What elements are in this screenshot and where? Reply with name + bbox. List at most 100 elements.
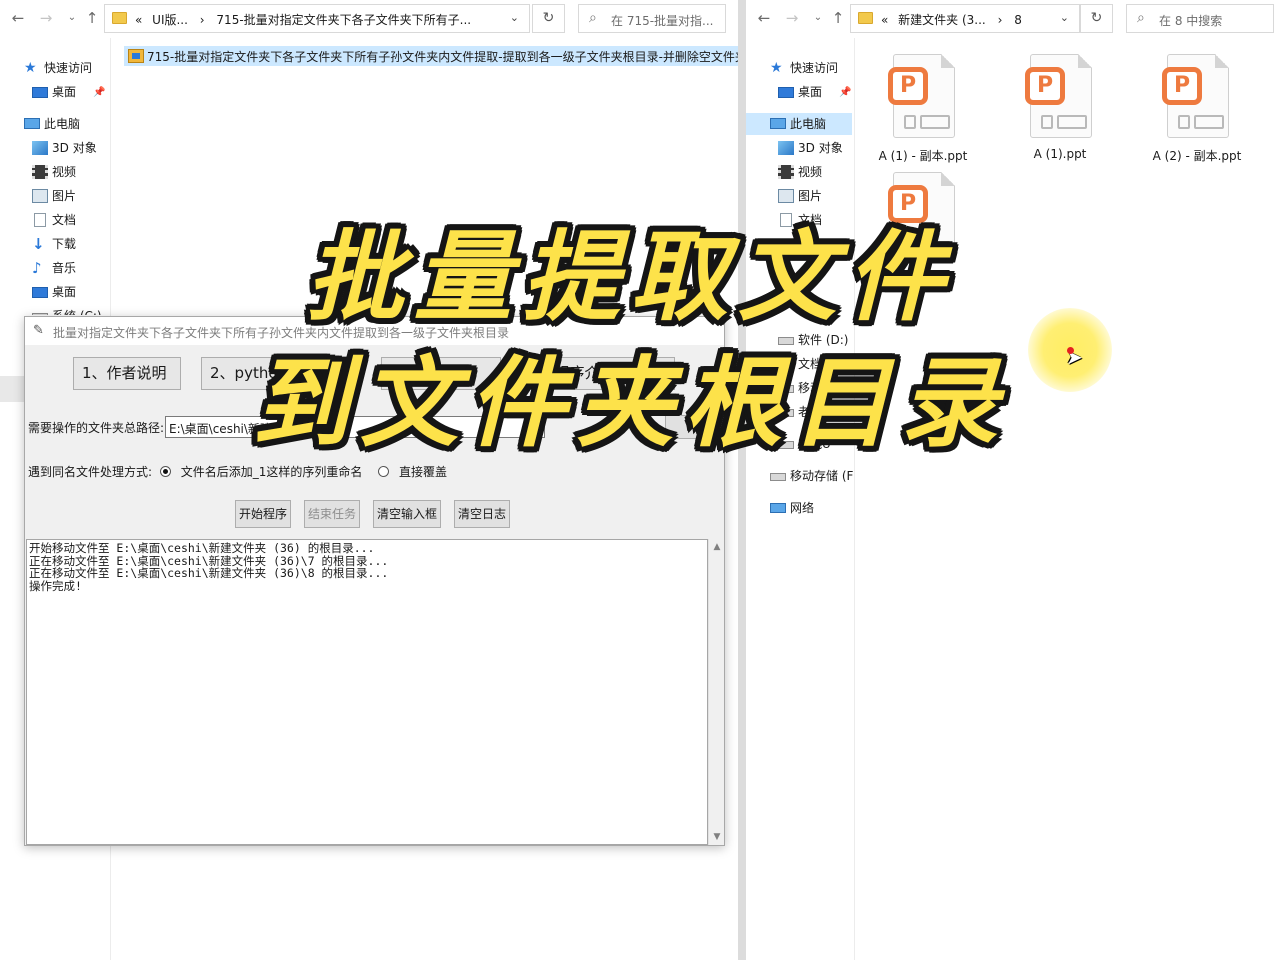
forward-icon[interactable]: → [36,8,56,28]
search-placeholder: 在 8 中搜索 [1159,14,1223,28]
nav-system-drive[interactable]: 系统 (C:) [32,305,110,315]
nav-label: 系统 (C:) [52,305,102,315]
selected-file-row[interactable]: 715-批量对指定文件夹下各子文件夹下所有子孙文件夹内文件提取-提取到各一级子文… [124,46,740,66]
file-name: A (1) - 副本.ppt [878,149,968,163]
forward-icon[interactable]: → [782,8,802,28]
nav-label: 图片 [798,189,823,203]
usb-drive-icon [770,473,786,481]
nav-3d-objects[interactable]: 3D 对象 [32,137,110,159]
nav-downloads[interactable]: ↓ 下载 [32,233,110,255]
computer-icon [24,118,40,129]
nav-label: 音乐 [52,261,77,275]
desktop-icon [32,87,48,98]
right-explorer-window: ← → ⌄ ↑ « 新建文件夹 (3... › 8 ⌄ ↻ ⌕ 在 8 中搜索 … [746,0,1280,960]
nav-removable-storage[interactable]: 移动存储 (F [770,465,854,487]
feather-icon: ✎ [33,323,44,338]
caption-line-1: 批量提取文件 [305,221,954,335]
clear-log-button[interactable]: 清空日志 [454,500,511,528]
scroll-up-icon[interactable]: ▲ [709,539,724,555]
nav-videos[interactable]: 视频 [778,161,854,183]
file-icon [128,49,144,63]
nav-label: 此电脑 [790,117,827,131]
slide-placeholder-icon [920,115,950,129]
breadcrumb-prefix[interactable]: « [135,13,142,27]
nav-label: 下载 [52,237,77,251]
nav-network[interactable]: 网络 [770,497,854,519]
nav-label: 快速访问 [44,61,93,75]
breadcrumb: « UI版... › 715-批量对指定文件夹下各子文件夹下所有子... [135,11,471,28]
slide-placeholder-icon [904,115,916,129]
refresh-icon[interactable]: ↻ [532,4,565,33]
breadcrumb-item[interactable]: 8 [1014,13,1022,27]
right-address-bar[interactable]: « 新建文件夹 (3... › 8 ⌄ [850,4,1080,33]
left-search-box[interactable]: ⌕ 在 715-批量对指... [578,4,726,33]
nav-this-pc[interactable]: 此电脑 [24,113,110,135]
film-icon [778,165,794,179]
nav-this-pc[interactable]: 此电脑 [746,113,852,135]
nav-pictures[interactable]: 图片 [32,185,110,207]
breadcrumb-prefix[interactable]: « [881,13,888,27]
left-address-bar[interactable]: « UI版... › 715-批量对指定文件夹下各子文件夹下所有子... ⌄ [104,4,530,33]
breadcrumb-item[interactable]: UI版... [152,13,188,27]
pane-divider [854,38,855,960]
log-scrollbar[interactable]: ▲ ▼ [708,539,724,845]
drive-icon [32,313,48,315]
path-label: 需要操作的文件夹总路径: [28,421,165,435]
nav-quick-access[interactable]: ★ 快速访问 [770,57,854,79]
nav-music[interactable]: ♪ 音乐 [32,257,110,279]
breadcrumb-item[interactable]: 新建文件夹 (3... [898,13,986,27]
right-search-box[interactable]: ⌕ 在 8 中搜索 [1126,4,1274,33]
folder-icon [112,12,127,24]
nav-quick-access[interactable]: ★ 快速访问 [24,57,110,79]
file-tile[interactable]: P A (1).ppt [1005,54,1115,174]
recent-dropdown-icon[interactable]: ⌄ [808,8,828,28]
up-icon[interactable]: ↑ [82,8,102,28]
computer-icon [770,118,786,129]
ppt-file-icon: P [1162,54,1229,138]
left-address-toolbar: ← → ⌄ ↑ « UI版... › 715-批量对指定文件夹下各子文件夹下所有… [0,0,740,38]
slide-placeholder-icon [1178,115,1190,129]
clear-input-button[interactable]: 清空输入框 [373,500,442,528]
search-icon: ⌕ [589,10,597,26]
nav-label: 移动存储 (F [790,469,854,483]
refresh-icon[interactable]: ↻ [1080,4,1113,33]
nav-label: 网络 [790,501,815,515]
start-button[interactable]: 开始程序 [235,500,292,528]
rename-option-label[interactable]: 文件名后添加_1这样的序列重命名 [181,465,363,479]
nav-pictures[interactable]: 图片 [778,185,854,207]
address-dropdown-icon[interactable]: ⌄ [1060,11,1069,24]
breadcrumb-item[interactable]: 715-批量对指定文件夹下各子文件夹下所有子... [216,13,471,27]
file-tile[interactable]: P A (2) - 副本.ppt [1142,54,1252,174]
file-name: 715-批量对指定文件夹下各子文件夹下所有子孙文件夹内文件提取-提取到各一级子文… [147,50,740,64]
scrollbar-track[interactable] [0,376,24,402]
conflict-row: 遇到同名文件处理方式: 文件名后添加_1这样的序列重命名 直接覆盖 [28,463,447,480]
overwrite-radio[interactable] [378,466,390,477]
scroll-down-icon[interactable]: ▼ [709,829,724,845]
back-icon[interactable]: ← [8,8,28,28]
up-icon[interactable]: ↑ [828,8,848,28]
click-indicator-icon [1067,347,1074,354]
author-info-button[interactable]: 1、作者说明 [73,357,181,390]
nav-label: 视频 [798,165,823,179]
breadcrumb-separator-icon: › [997,13,1003,27]
cube-icon [32,141,48,155]
log-output[interactable]: 开始移动文件至 E:\桌面\ceshi\新建文件夹 (36) 的根目录... 正… [26,539,708,845]
rename-radio[interactable] [159,466,171,477]
stop-button[interactable]: 结束任务 [304,500,361,528]
network-icon [770,503,786,513]
recent-dropdown-icon[interactable]: ⌄ [62,8,82,28]
right-address-toolbar: ← → ⌄ ↑ « 新建文件夹 (3... › 8 ⌄ ↻ ⌕ 在 8 中搜索 [746,0,1280,38]
search-placeholder: 在 715-批量对指... [611,14,714,28]
ppt-logo-icon: P [888,67,928,105]
cube-icon [778,141,794,155]
nav-3d-objects[interactable]: 3D 对象 [778,137,854,159]
nav-videos[interactable]: 视频 [32,161,110,183]
address-dropdown-icon[interactable]: ⌄ [510,11,519,24]
nav-desktop-2[interactable]: 桌面 [32,281,110,303]
breadcrumb-separator-icon: › [199,13,205,27]
back-icon[interactable]: ← [754,8,774,28]
overwrite-option-label[interactable]: 直接覆盖 [399,465,447,479]
nav-documents[interactable]: 文档 [32,209,110,231]
file-tile[interactable]: P A (1) - 副本.ppt [868,54,978,174]
nav-label: 3D 对象 [52,141,97,155]
